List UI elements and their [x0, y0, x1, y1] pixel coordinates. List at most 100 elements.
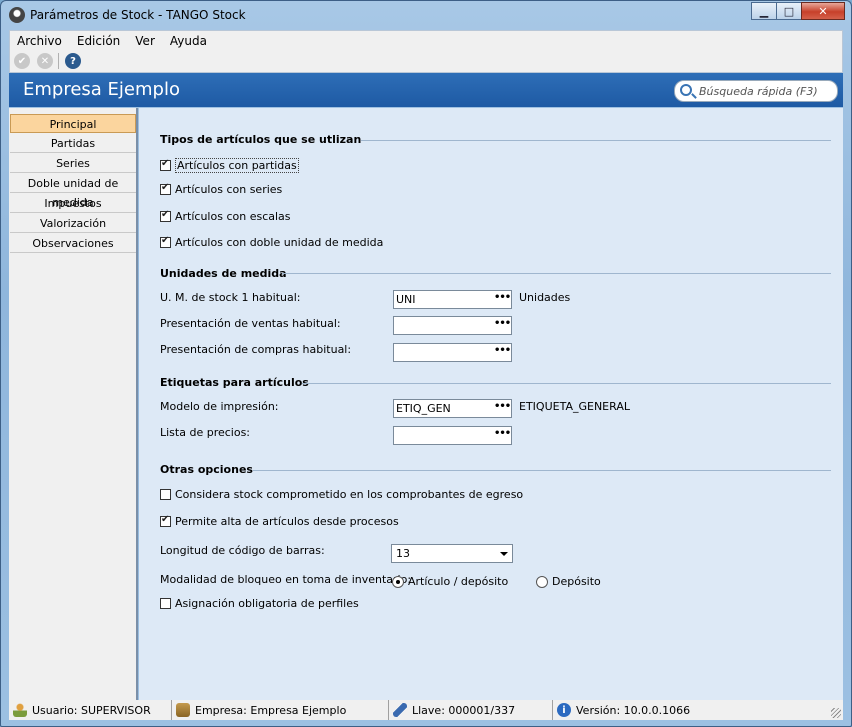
menu-items: Archivo Edición Ver Ayuda [17, 34, 222, 48]
field-label-pres-ventas: Presentación de ventas habitual: [160, 317, 341, 330]
checkbox[interactable] [160, 158, 171, 171]
select-value: 13 [396, 547, 410, 560]
cancel-icon[interactable]: ✕ [37, 53, 53, 69]
company-title: Empresa Ejemplo [23, 79, 180, 100]
title-bar[interactable]: Parámetros de Stock - TANGO Stock ▁ □ ✕ [1, 1, 851, 29]
field-label-lista-precios: Lista de precios: [160, 426, 251, 439]
radio-label: Artículo / depósito [408, 575, 509, 588]
lookup-button[interactable]: ••• [494, 345, 511, 360]
checkbox[interactable] [160, 598, 171, 609]
um-stock-input[interactable]: UNI ••• [393, 290, 512, 309]
lista-precios-input[interactable]: ••• [393, 426, 512, 445]
window-title: Parámetros de Stock - TANGO Stock [30, 8, 246, 22]
page-header: Empresa Ejemplo Búsqueda rápida (F3) [9, 73, 843, 107]
radio-button[interactable] [536, 575, 548, 588]
um-stock-desc: Unidades [519, 291, 571, 304]
section-divider [282, 273, 831, 274]
field-label-modelo: Modelo de impresión: [160, 400, 279, 413]
modelo-impresion-input[interactable]: ETIQ_GEN ••• [393, 399, 512, 418]
chevron-down-icon [500, 552, 508, 556]
pres-ventas-input[interactable]: ••• [393, 316, 512, 335]
user-icon [13, 703, 27, 717]
menu-edicion[interactable]: Edición [77, 34, 120, 48]
barcode-length-select[interactable]: 13 [391, 544, 513, 563]
sidebar-item-principal[interactable]: Principal [10, 114, 136, 133]
status-version: i Versión: 10.0.0.1066 [553, 700, 843, 720]
checkbox-label: Artículos con doble unidad de medida [175, 236, 384, 249]
menu-bar: Archivo Edición Ver Ayuda ✔ ✕ ? [9, 30, 843, 73]
sidebar-item-impuestos[interactable]: Impuestos [10, 194, 136, 213]
section-tipos-title: Tipos de artículos que se utlizan [160, 133, 362, 146]
sidebar-item-series[interactable]: Series [10, 154, 136, 173]
radio-deposito[interactable]: Depósito [536, 575, 601, 588]
checkbox-label: Permite alta de artículos desde procesos [175, 515, 399, 528]
field-label-pres-compras: Presentación de compras habitual: [160, 343, 352, 356]
window-controls: ▁ □ ✕ [751, 2, 845, 20]
lookup-button[interactable]: ••• [494, 428, 511, 443]
section-otras-title: Otras opciones [160, 463, 253, 476]
lookup-button[interactable]: ••• [494, 292, 511, 307]
sidebar-item-valorizacion[interactable]: Valorización [10, 214, 136, 233]
checkbox[interactable] [160, 209, 171, 222]
field-label-bloqueo: Modalidad de bloqueo en toma de inventar… [160, 573, 412, 586]
status-user-text: Usuario: SUPERVISOR [32, 703, 151, 717]
toolbar: ✔ ✕ ? [14, 53, 88, 69]
section-etiquetas-title: Etiquetas para artículos [160, 376, 309, 389]
app-icon [9, 7, 25, 23]
field-label-um-stock: U. M. de stock 1 habitual: [160, 291, 301, 304]
company-icon [176, 703, 190, 717]
field-label-barcode: Longitud de código de barras: [160, 544, 325, 557]
toolbar-separator [58, 53, 59, 69]
pres-compras-input[interactable]: ••• [393, 343, 512, 362]
accept-icon[interactable]: ✔ [14, 53, 30, 69]
checkbox-label: Artículos con series [175, 183, 283, 196]
sidebar-item-doble-unidad[interactable]: Doble unidad de medida [10, 174, 136, 209]
check-stock-comprometido[interactable]: Considera stock comprometido en los comp… [160, 488, 523, 501]
resize-grip[interactable] [831, 708, 841, 718]
maximize-button[interactable]: □ [776, 2, 802, 20]
modelo-impresion-desc: ETIQUETA_GENERAL [519, 400, 630, 413]
status-key: Llave: 000001/337 [389, 700, 553, 720]
sidebar-item-partidas[interactable]: Partidas [10, 134, 136, 153]
check-doble-unidad[interactable]: Artículos con doble unidad de medida [160, 235, 384, 249]
key-icon [393, 703, 407, 717]
minimize-button[interactable]: ▁ [751, 2, 777, 20]
section-unidades-title: Unidades de medida [160, 267, 287, 280]
status-company: Empresa: Empresa Ejemplo [172, 700, 389, 720]
check-perfiles[interactable]: Asignación obligatoria de perfiles [160, 597, 359, 610]
main-content: Tipos de artículos que se utlizan Artícu… [139, 108, 843, 700]
check-series[interactable]: Artículos con series [160, 182, 283, 196]
lookup-button[interactable]: ••• [494, 318, 511, 333]
checkbox[interactable] [160, 235, 171, 248]
checkbox[interactable] [160, 514, 171, 527]
section-divider [302, 383, 831, 384]
menu-ver[interactable]: Ver [135, 34, 155, 48]
checkbox-label: Considera stock comprometido en los comp… [175, 488, 524, 501]
search-icon [680, 84, 692, 96]
sidebar: Principal Partidas Series Doble unidad d… [9, 108, 138, 700]
menu-archivo[interactable]: Archivo [17, 34, 62, 48]
checkbox-label: Artículos con escalas [175, 210, 291, 223]
help-icon[interactable]: ? [65, 53, 81, 69]
menu-ayuda[interactable]: Ayuda [170, 34, 207, 48]
status-key-text: Llave: 000001/337 [412, 703, 516, 717]
radio-button[interactable] [392, 575, 404, 588]
app-window: Parámetros de Stock - TANGO Stock ▁ □ ✕ … [0, 0, 852, 727]
sidebar-item-observaciones[interactable]: Observaciones [10, 234, 136, 253]
radio-articulo-deposito[interactable]: Artículo / depósito [392, 575, 508, 588]
checkbox[interactable] [160, 489, 171, 500]
status-user: Usuario: SUPERVISOR [9, 700, 172, 720]
checkbox[interactable] [160, 182, 171, 195]
checkbox-label: Artículos con partidas [175, 158, 299, 173]
status-company-text: Empresa: Empresa Ejemplo [195, 703, 347, 717]
close-button[interactable]: ✕ [801, 2, 845, 20]
field-value: ETIQ_GEN [396, 402, 451, 415]
lookup-button[interactable]: ••• [494, 401, 511, 416]
checkbox-label: Asignación obligatoria de perfiles [175, 597, 359, 610]
quick-search-input[interactable]: Búsqueda rápida (F3) [674, 80, 838, 102]
check-partidas[interactable]: Artículos con partidas [160, 158, 299, 173]
check-alta-articulos[interactable]: Permite alta de artículos desde procesos [160, 514, 399, 528]
check-escalas[interactable]: Artículos con escalas [160, 209, 291, 223]
field-value: UNI [396, 293, 416, 306]
search-placeholder: Búsqueda rápida (F3) [699, 85, 818, 98]
